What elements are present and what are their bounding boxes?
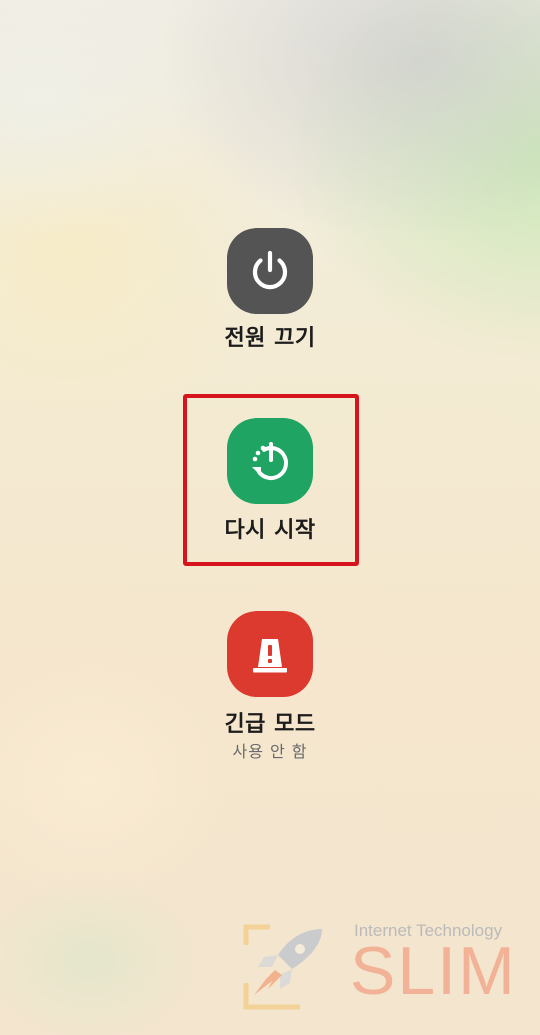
watermark-brand: SLIM <box>350 933 517 1009</box>
emergency-mode-button[interactable] <box>227 611 313 697</box>
emergency-siren-icon <box>253 639 287 673</box>
power-off-button[interactable] <box>227 228 313 314</box>
emergency-mode-label: 긴급 모드 <box>224 712 316 737</box>
highlight-box <box>183 394 359 566</box>
emergency-mode-status: 사용 안 함 <box>232 742 308 761</box>
power-icon <box>252 250 288 290</box>
rocket-logo-icon <box>243 924 322 1010</box>
power-off-label: 전원 끄기 <box>224 326 316 351</box>
watermark: Internet Technology SLIM <box>240 915 530 1015</box>
